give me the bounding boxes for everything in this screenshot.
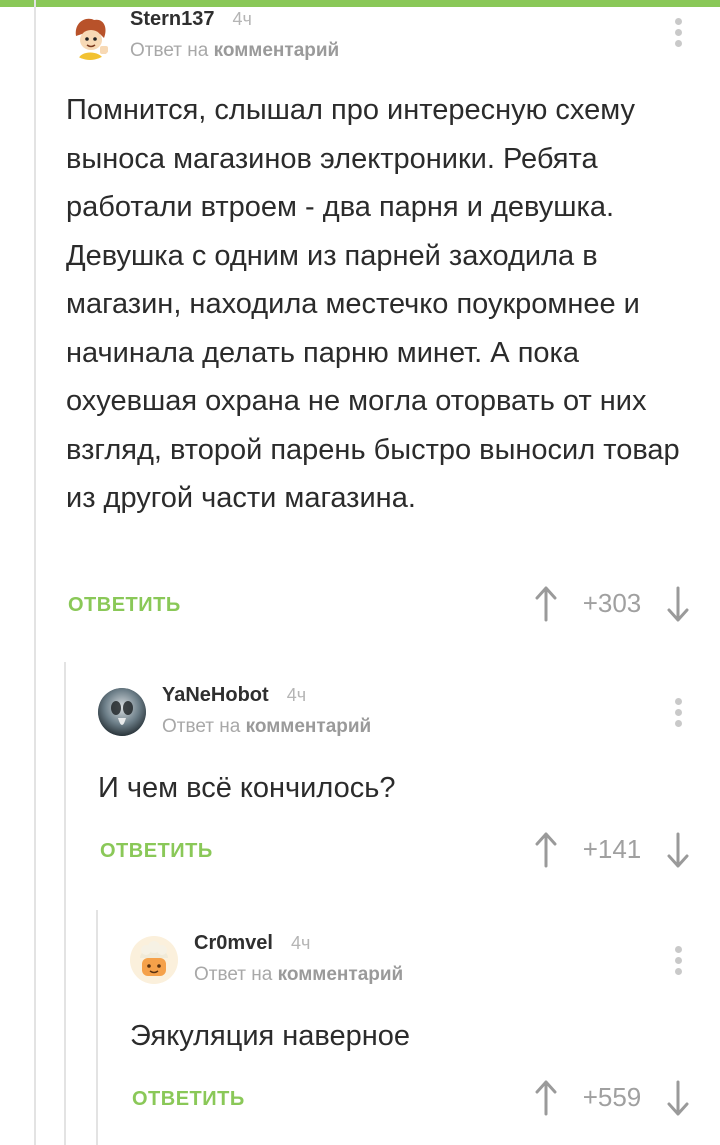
- reply-prefix: Ответ на: [130, 40, 209, 61]
- reply-to-link[interactable]: комментарий: [214, 40, 340, 61]
- comment-yanehobot: YaNeHobot 4ч Ответ на комментарий И чем в…: [98, 684, 720, 888]
- vote-score: +141: [582, 834, 642, 864]
- top-accent-bar: [0, 0, 720, 7]
- reply-button[interactable]: ОТВЕТИТЬ: [68, 594, 181, 617]
- thread-line-level-2: [96, 910, 98, 1145]
- avatar[interactable]: [130, 936, 178, 984]
- reply-to-label: Ответ на комментарий: [194, 964, 403, 986]
- reply-to-label: Ответ на комментарий: [130, 40, 339, 62]
- more-vertical-icon[interactable]: [673, 18, 683, 52]
- username-text[interactable]: Stern137: [130, 8, 215, 30]
- username[interactable]: YaNeHobot 4ч: [162, 684, 306, 707]
- comment-cr0mvel: Cr0mvel 4ч Ответ на комментарий Эякуляция…: [130, 932, 720, 1136]
- arrow-down-icon[interactable]: [666, 586, 690, 622]
- comment-header: Cr0mvel 4ч Ответ на комментарий: [130, 932, 720, 1000]
- comment-text: И чем всё кончилось?: [98, 772, 396, 804]
- reply-prefix: Ответ на: [194, 964, 273, 985]
- comment-text: Эякуляция наверное: [130, 1020, 411, 1052]
- comment-text: Помнится, слышал про интересную схему вы…: [66, 94, 680, 514]
- vote-score: +559: [582, 1082, 642, 1112]
- username[interactable]: Stern137 4ч: [130, 8, 252, 31]
- comment-actions: ОТВЕТИТЬ +559: [132, 1080, 692, 1128]
- arrow-up-icon[interactable]: [534, 586, 558, 622]
- comment-actions: ОТВЕТИТЬ +303: [68, 586, 689, 634]
- username-text[interactable]: YaNeHobot: [162, 684, 269, 706]
- vote-score: +303: [582, 588, 642, 618]
- comment-header: Stern137 4ч Ответ на комментарий: [66, 8, 720, 76]
- comment-time: 4ч: [232, 9, 252, 29]
- reply-to-link[interactable]: комментарий: [278, 964, 404, 985]
- comment-stern137: Stern137 4ч Ответ на комментарий Помнится…: [66, 8, 720, 622]
- reply-prefix: Ответ на: [162, 716, 241, 737]
- username[interactable]: Cr0mvel 4ч: [194, 932, 310, 955]
- thread-line-level-1: [64, 662, 66, 1145]
- more-vertical-icon[interactable]: [673, 698, 683, 732]
- arrow-up-icon[interactable]: [534, 832, 558, 868]
- comment-time: 4ч: [290, 933, 311, 953]
- thread-line-level-0: [34, 0, 36, 1145]
- username-text[interactable]: Cr0mvel: [194, 932, 273, 954]
- comment-actions: ОТВЕТИТЬ +141: [100, 832, 690, 880]
- arrow-down-icon[interactable]: [666, 832, 690, 868]
- comment-header: YaNeHobot 4ч Ответ на комментарий: [98, 684, 720, 752]
- arrow-down-icon[interactable]: [666, 1080, 690, 1116]
- reply-to-link[interactable]: комментарий: [246, 716, 372, 737]
- more-vertical-icon[interactable]: [673, 946, 683, 980]
- arrow-up-icon[interactable]: [534, 1080, 558, 1116]
- reply-to-label: Ответ на комментарий: [162, 716, 371, 738]
- reply-button[interactable]: ОТВЕТИТЬ: [100, 840, 213, 863]
- comment-time: 4ч: [286, 685, 307, 705]
- avatar[interactable]: [98, 688, 146, 736]
- avatar[interactable]: [66, 12, 114, 60]
- reply-button[interactable]: ОТВЕТИТЬ: [132, 1088, 245, 1111]
